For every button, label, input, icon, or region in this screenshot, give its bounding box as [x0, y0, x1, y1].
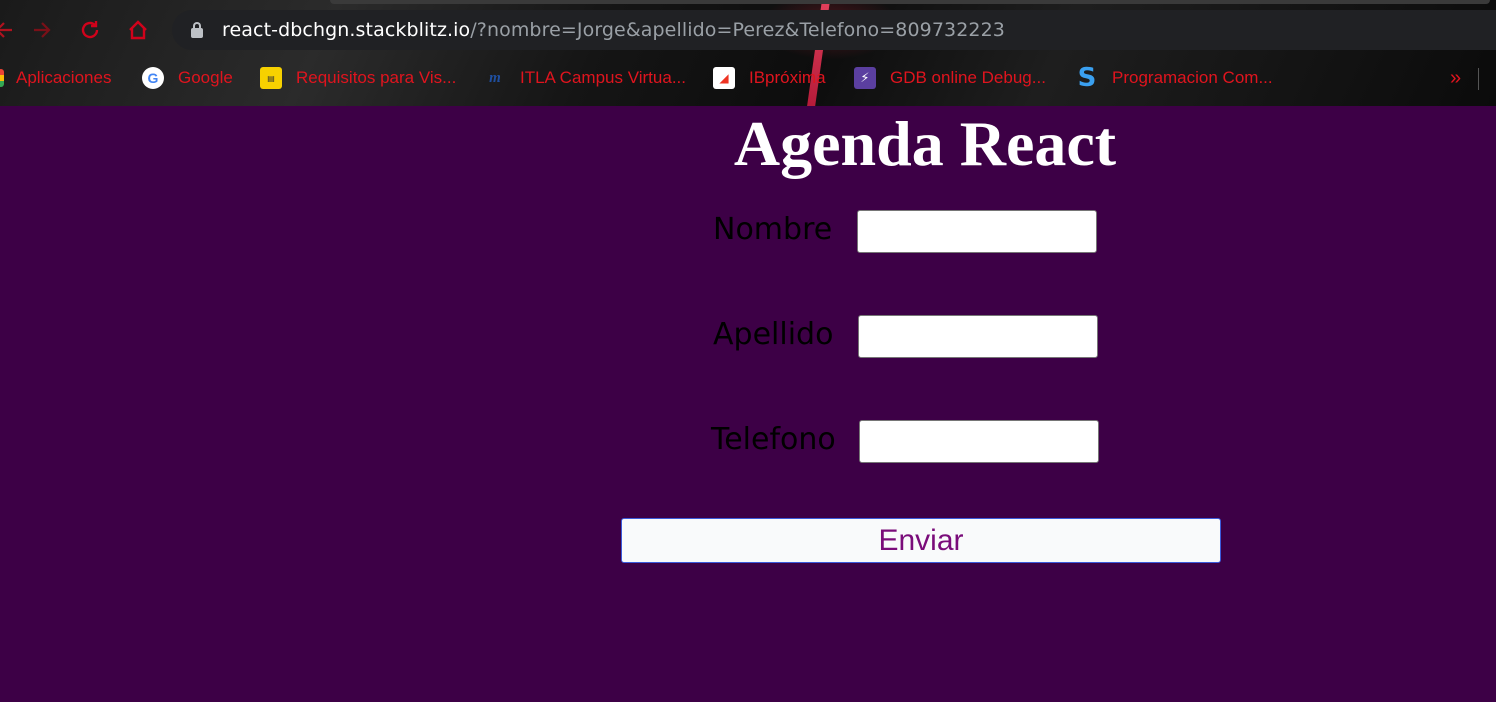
home-icon[interactable] [122, 14, 154, 46]
bookmark-programacion[interactable]: S Programacion Com... [1076, 62, 1273, 94]
bookmark-label: Programacion Com... [1112, 68, 1273, 87]
bookmark-gdb[interactable]: ⚡ GDB online Debug... [854, 62, 1046, 94]
browser-chrome: react-dbchgn.stackblitz.io/?nombre=Jorge… [0, 0, 1496, 106]
lock-icon [190, 21, 204, 39]
google-icon: G [142, 67, 164, 89]
bookmark-ibproxima[interactable]: ◢ IBpróxima [713, 62, 826, 94]
iberia-icon: ◢ [713, 67, 735, 89]
url-path: /?nombre=Jorge&apellido=Perez&Telefono=8… [470, 19, 1005, 41]
bookmark-label: IBpróxima [749, 68, 826, 87]
page-title: Agenda React [733, 108, 1117, 179]
divider [1478, 68, 1479, 90]
telefono-input[interactable] [859, 420, 1099, 463]
telefono-label: Telefono [711, 422, 836, 457]
apellido-input[interactable] [858, 315, 1098, 358]
bookmark-aplicaciones[interactable]: Aplicaciones [0, 62, 111, 94]
back-arrow-icon[interactable] [0, 14, 20, 46]
bookmark-requisitos[interactable]: ▤ Requisitos para Vis... [260, 62, 456, 94]
bookmark-label: Requisitos para Vis... [296, 68, 457, 87]
s-logo-icon: S [1077, 63, 1097, 93]
address-bar[interactable]: react-dbchgn.stackblitz.io/?nombre=Jorge… [172, 10, 1496, 50]
nombre-input[interactable] [857, 210, 1097, 253]
nombre-label: Nombre [713, 212, 833, 247]
bookmark-label: GDB online Debug... [890, 68, 1046, 87]
bookmark-google[interactable]: G Google [142, 62, 233, 94]
url-host: react-dbchgn.stackblitz.io [222, 19, 471, 41]
tab-strip-edge [330, 0, 1490, 4]
bookmark-label: Aplicaciones [16, 68, 112, 87]
itla-icon: m [489, 69, 501, 86]
document-icon: ▤ [260, 67, 282, 89]
bookmark-itla[interactable]: m ITLA Campus Virtua... [484, 62, 686, 94]
gdb-icon: ⚡ [854, 67, 876, 89]
reload-icon[interactable] [74, 14, 106, 46]
bookmarks-bar: Aplicaciones G Google ▤ Requisitos para … [0, 62, 1496, 94]
enviar-button[interactable]: Enviar [621, 518, 1221, 563]
url-text[interactable]: react-dbchgn.stackblitz.io/?nombre=Jorge… [222, 19, 1005, 41]
bookmark-label: ITLA Campus Virtua... [520, 68, 686, 87]
apellido-label: Apellido [713, 317, 834, 352]
bookmark-label: Google [178, 68, 233, 87]
more-bookmarks-button[interactable]: » [1450, 62, 1461, 94]
apps-grid-icon [0, 69, 4, 87]
forward-arrow-icon[interactable] [26, 14, 58, 46]
